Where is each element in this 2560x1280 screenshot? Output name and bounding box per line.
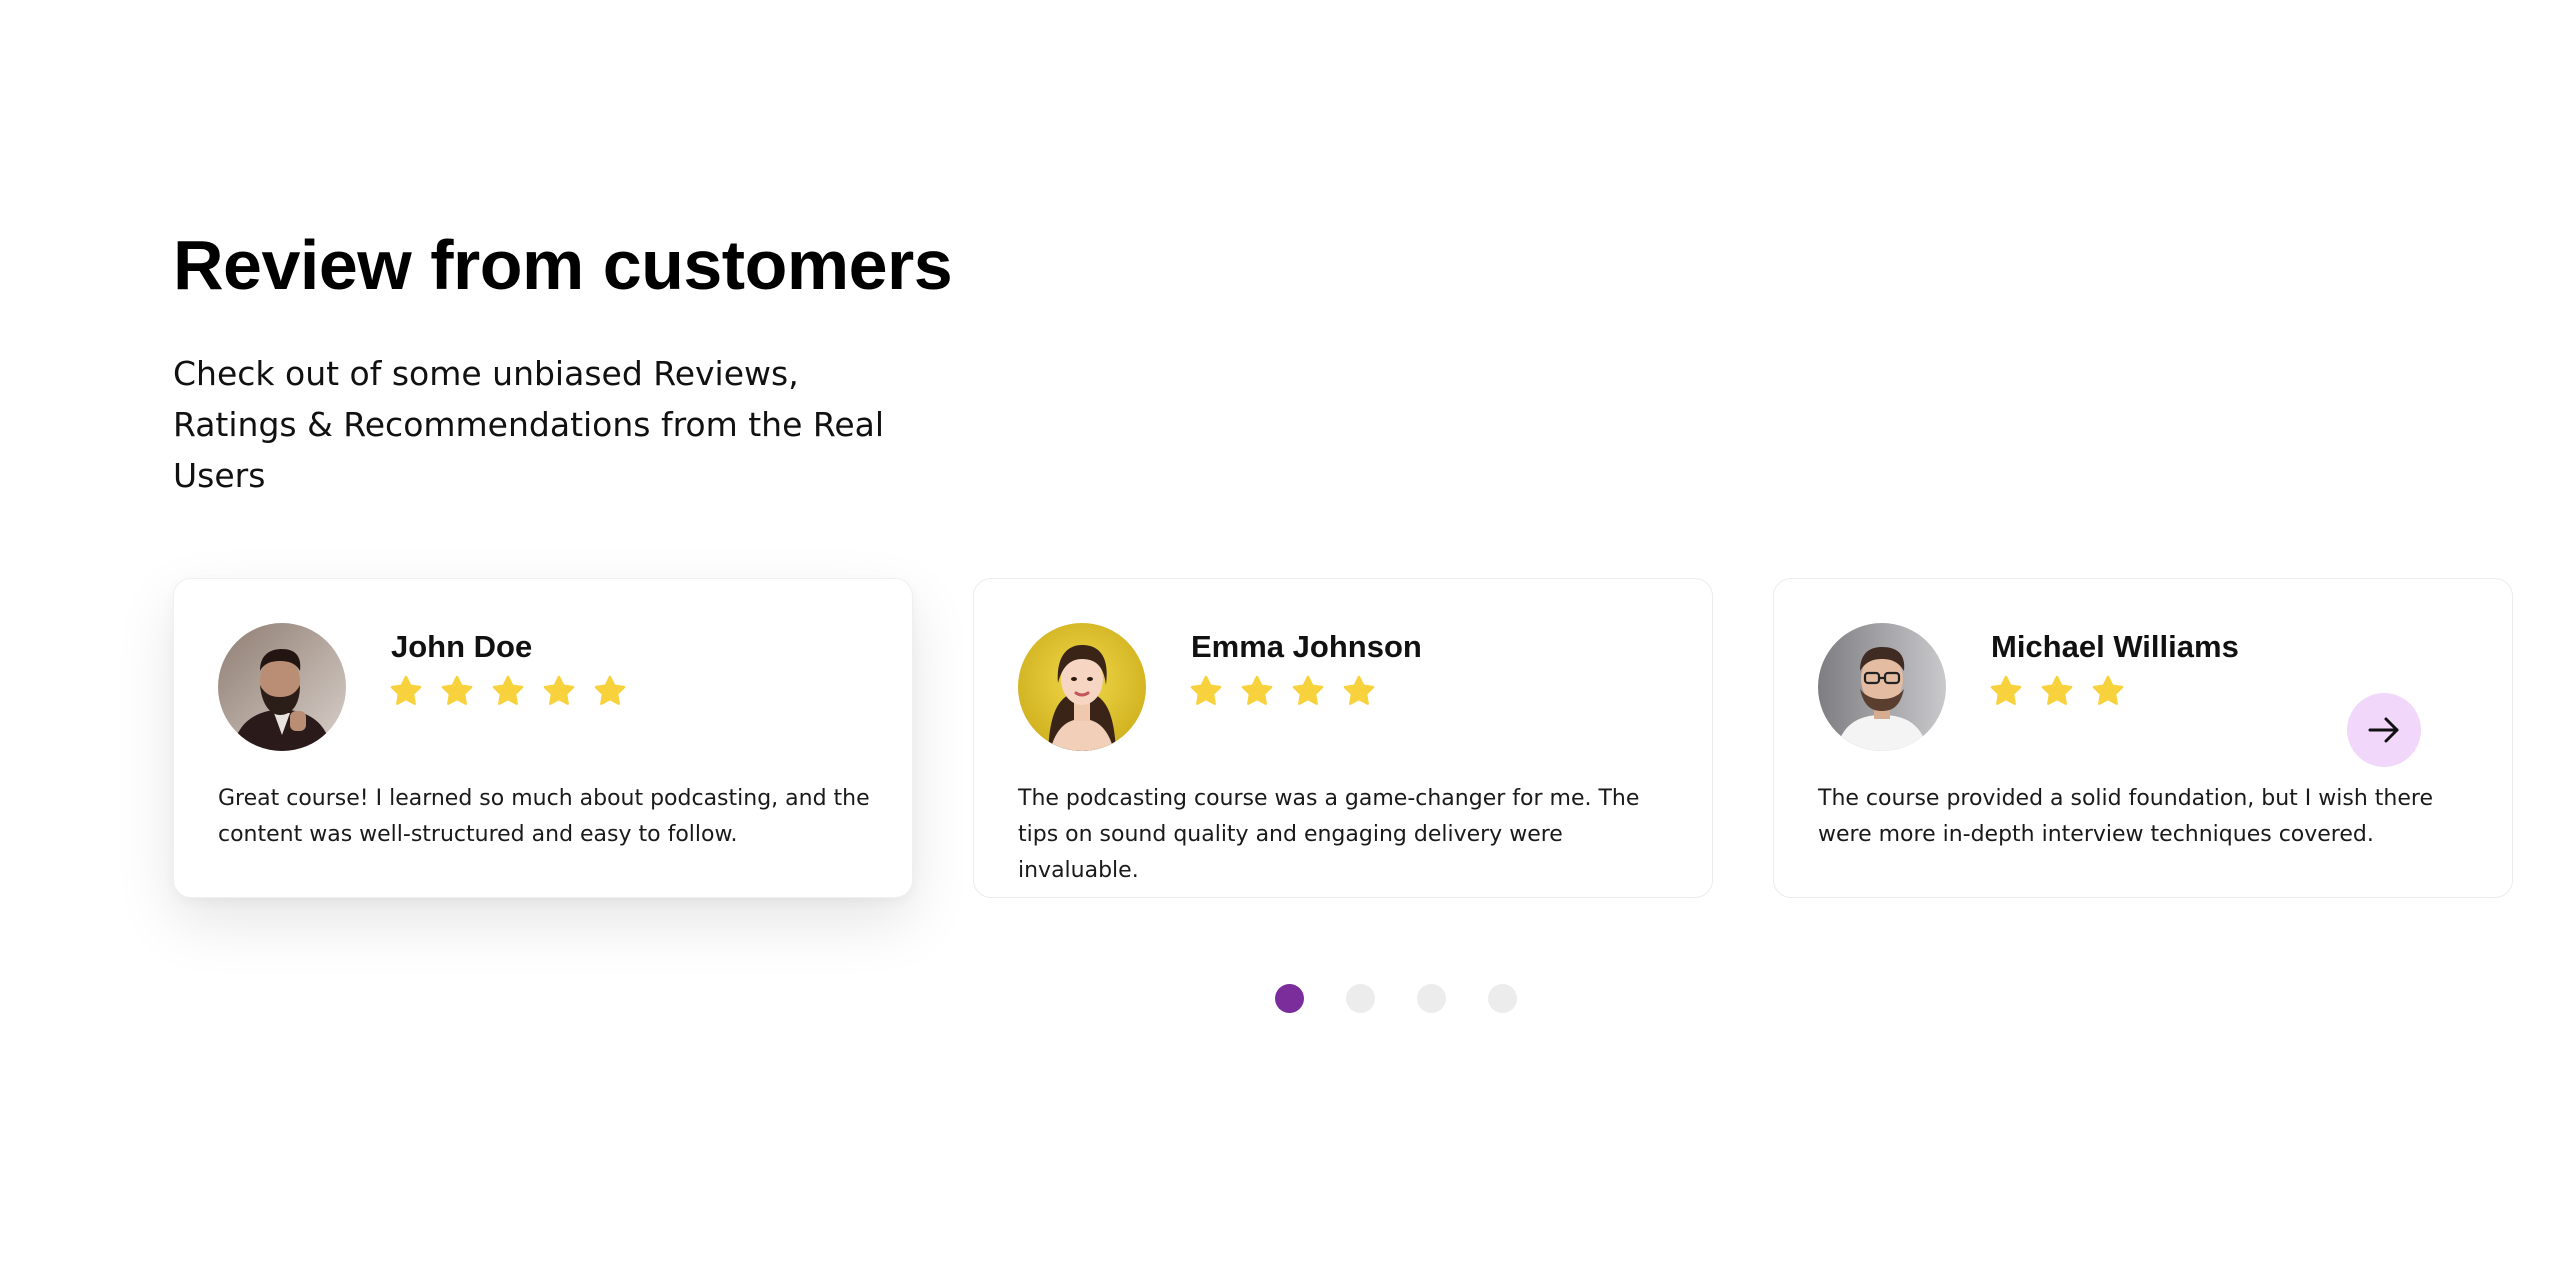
pagination-dot-1[interactable] [1275, 984, 1304, 1013]
star-icon [390, 675, 422, 705]
star-icon [441, 675, 473, 705]
star-rating [388, 673, 628, 709]
star-icon [594, 675, 626, 705]
review-text: The podcasting course was a game-changer… [1018, 786, 1640, 883]
pagination-dot-3[interactable] [1417, 984, 1446, 1013]
avatar [1818, 623, 1946, 751]
star-icon [1292, 675, 1324, 705]
section-subtitle: Check out of some unbiased Reviews, Rati… [173, 354, 885, 495]
avatar [218, 623, 346, 751]
star-icon [543, 675, 575, 705]
review-text: Great course! I learned so much about po… [218, 786, 870, 847]
star-icon [1343, 675, 1375, 705]
section-title: Review from customers [173, 226, 953, 304]
avatar [1018, 623, 1146, 751]
review-text: The course provided a solid foundation, … [1818, 786, 2433, 847]
star-icon [492, 675, 524, 705]
reviewer-name: Emma Johnson [1191, 629, 1422, 664]
arrow-right-icon [2368, 717, 2399, 743]
star-icon [1990, 675, 2022, 705]
next-slide-button[interactable] [2347, 693, 2421, 767]
star-rating [1188, 673, 1377, 709]
review-card: Emma Johnson The podcasting course was a… [973, 578, 1713, 898]
reviews-section-header: Review from customers Check out of some … [173, 220, 2513, 501]
reviewer-name: John Doe [391, 629, 533, 664]
star-icon [2092, 675, 2124, 705]
pagination-dot-4[interactable] [1488, 984, 1517, 1013]
star-icon [1190, 675, 1222, 705]
review-card: John Doe Great course! I learned so much… [173, 578, 913, 898]
review-carousel: John Doe Great course! I learned so much… [173, 578, 2513, 900]
star-icon [1241, 675, 1273, 705]
pagination-dot-2[interactable] [1346, 984, 1375, 1013]
star-icon [2041, 675, 2073, 705]
star-rating [1988, 673, 2126, 709]
reviewer-name: Michael Williams [1991, 629, 2239, 664]
carousel-pagination [1275, 984, 1517, 1013]
